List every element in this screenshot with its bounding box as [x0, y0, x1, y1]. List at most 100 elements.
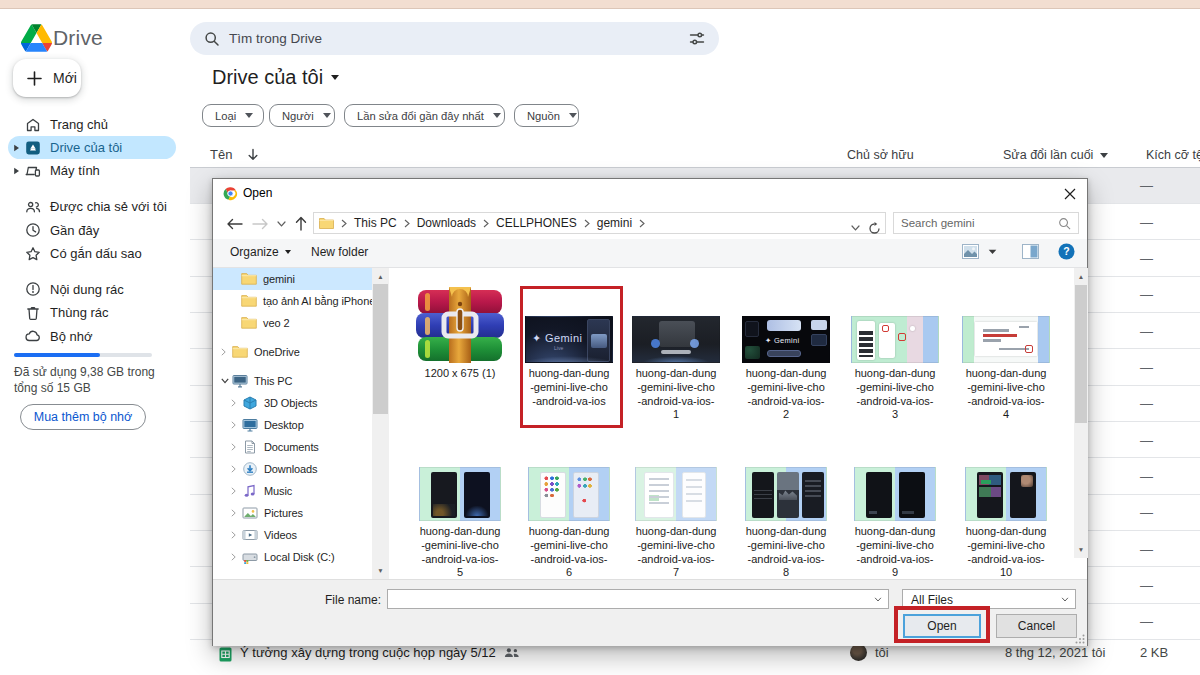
file-item[interactable]: huong-dan-dung-gemini-live-cho-android-v… [624, 287, 728, 422]
file-item[interactable]: huong-dan-dung-gemini-live-cho-android-v… [624, 465, 728, 579]
recent-locations-icon[interactable] [273, 208, 289, 239]
sort-descending-icon[interactable] [247, 148, 259, 161]
page-title[interactable]: Drive của tôi [212, 66, 339, 89]
file-item[interactable]: huong-dan-dung-gemini-live-cho-android-v… [734, 465, 838, 579]
tree-item-veo-2[interactable]: veo 2 [213, 312, 372, 334]
expand-arrow-icon[interactable] [8, 144, 25, 152]
tree-expander-icon[interactable] [231, 399, 242, 407]
breadcrumb-item[interactable]: CELLPHONES [496, 216, 577, 230]
view-options-caret-icon[interactable] [988, 249, 997, 255]
file-item[interactable]: huong-dan-dung-gemini-live-cho-android-v… [843, 287, 947, 422]
column-header-modified[interactable]: Sửa đổi lần cuối [1003, 148, 1108, 162]
dialog-search-icon[interactable] [1058, 217, 1071, 230]
new-folder-button[interactable]: New folder [311, 245, 368, 259]
file-size-empty: — [1140, 578, 1153, 593]
tree-expander-icon[interactable] [231, 421, 242, 429]
back-icon[interactable] [223, 208, 245, 239]
up-icon[interactable] [291, 208, 311, 239]
sidebar-item-clock[interactable]: Gần đây [8, 219, 176, 242]
tree-expander-icon[interactable] [231, 487, 242, 495]
tree-scrollbar-thumb[interactable] [373, 284, 388, 414]
tree-expander-icon[interactable] [231, 531, 242, 539]
file-name[interactable]: Ý tưởng xây dựng trong cuộc họp ngày 5/1… [240, 645, 520, 660]
sidebar-item-computer[interactable]: Máy tính [8, 159, 176, 182]
cancel-button[interactable]: Cancel [996, 614, 1077, 638]
filter-chip[interactable]: Lần sửa đổi gần đây nhất [344, 104, 505, 127]
tree-item-documents[interactable]: Documents [213, 436, 372, 458]
search-icon[interactable] [204, 31, 220, 47]
file-item[interactable]: huong-dan-dung-gemini-live-cho-android-v… [517, 465, 621, 579]
file-name-dropdown-icon[interactable] [871, 593, 885, 606]
file-thumbnail [419, 467, 501, 521]
tree-expander-icon[interactable] [231, 509, 242, 517]
tree-item-3d-objects[interactable]: 3D Objects [213, 392, 372, 414]
file-item[interactable]: ✦ Geminihuong-dan-dung-gemini-live-cho-a… [734, 287, 838, 422]
sidebar-item-shared[interactable]: Được chia sẻ với tôi [8, 195, 176, 218]
scroll-down-icon[interactable]: ▼ [1074, 543, 1088, 556]
tree-item-music[interactable]: Music [213, 480, 372, 502]
column-header-size[interactable]: Kích cỡ tệp [1146, 148, 1200, 162]
tree-item-pictures[interactable]: Pictures [213, 502, 372, 524]
dialog-search-box[interactable]: Search gemini [893, 212, 1079, 234]
breadcrumb-item[interactable]: Downloads [417, 216, 476, 230]
filter-chip[interactable]: Người [269, 104, 335, 127]
file-item[interactable]: huong-dan-dung-gemini-live-cho-android-v… [954, 465, 1058, 579]
scroll-down-icon[interactable]: ▼ [372, 564, 389, 577]
sidebar-item-star[interactable]: Có gắn dấu sao [8, 242, 176, 265]
refresh-icon[interactable] [868, 222, 881, 235]
forward-icon[interactable] [249, 208, 271, 239]
breadcrumb-item[interactable]: This PC [354, 216, 397, 230]
file-item[interactable]: huong-dan-dung-gemini-live-cho-android-v… [954, 287, 1058, 422]
file-item[interactable]: huong-dan-dung-gemini-live-cho-android-v… [843, 465, 947, 579]
resize-grip[interactable] [1075, 634, 1085, 644]
buy-storage-button[interactable]: Mua thêm bộ nhớ [20, 404, 146, 430]
sidebar-item-trash[interactable]: Thùng rác [8, 301, 176, 324]
drive-logo-icon[interactable] [21, 24, 52, 52]
tree-expander-icon[interactable] [231, 553, 242, 561]
sidebar-item-mydrive[interactable]: Drive của tôi [8, 136, 176, 159]
file-name-input[interactable] [387, 589, 889, 609]
filter-chip[interactable]: Nguồn [514, 104, 579, 127]
organize-button[interactable]: Organize [230, 245, 291, 259]
preview-pane-icon[interactable] [1022, 244, 1039, 259]
tree-item-local-disk-c-[interactable]: Local Disk (C:) [213, 546, 372, 568]
scroll-up-icon[interactable]: ▲ [372, 270, 389, 283]
tree-item-this-pc[interactable]: This PC [213, 370, 372, 392]
breadcrumb-item[interactable]: gemini [597, 216, 632, 230]
column-header-name[interactable]: Tên [210, 147, 259, 162]
decor-div: huong-dan-dung [954, 525, 1058, 539]
tree-item-gemini[interactable]: gemini [213, 268, 372, 290]
expand-arrow-icon[interactable] [8, 167, 25, 175]
tree-item-desktop[interactable]: Desktop [213, 414, 372, 436]
column-header-owner[interactable]: Chủ sở hữu [847, 148, 914, 162]
decor-div: huong-dan-dung [734, 367, 838, 381]
new-button[interactable]: Mới [13, 59, 81, 97]
file-item[interactable]: 1200 x 675 (1) [408, 287, 512, 381]
sidebar-item-spam[interactable]: Nội dung rác [8, 278, 176, 301]
tree-expander-icon[interactable] [221, 348, 232, 356]
sidebar-item-home[interactable]: Trang chủ [8, 113, 176, 136]
tree-item-videos[interactable]: Videos [213, 524, 372, 546]
tree-expander-icon[interactable] [231, 443, 242, 451]
filter-chip[interactable]: Loại [202, 104, 264, 127]
decor-div: 2 [734, 408, 838, 422]
address-bar[interactable]: This PC Downloads CELLPHONES gemini [313, 212, 886, 234]
tree-item-downloads[interactable]: Downloads [213, 458, 372, 480]
drive-search-bar[interactable]: Tìm trong Drive [190, 22, 719, 55]
tree-expander-icon[interactable] [221, 378, 232, 384]
file-list-scrollbar-thumb[interactable] [1075, 285, 1087, 423]
tree-scrollbar[interactable]: ▲ ▼ [372, 268, 389, 579]
sidebar-item-cloud[interactable]: Bộ nhớ [8, 325, 176, 348]
file-list-scrollbar[interactable]: ▲ ▼ [1074, 268, 1088, 558]
tree-item-onedrive[interactable]: OneDrive [213, 341, 372, 363]
tree-expander-icon[interactable] [231, 465, 242, 473]
tune-icon[interactable] [689, 31, 705, 47]
close-icon[interactable] [1061, 185, 1079, 203]
scroll-up-icon[interactable]: ▲ [1074, 270, 1088, 283]
help-icon[interactable]: ? [1058, 243, 1075, 260]
file-item[interactable]: huong-dan-dung-gemini-live-cho-android-v… [408, 465, 512, 579]
tree-item-t-o-nh-ai-b-ng-iphone[interactable]: tạo ảnh AI bằng iPhone [213, 290, 372, 312]
dialog-titlebar[interactable]: Open [213, 179, 1087, 208]
view-thumbnails-icon[interactable] [962, 244, 979, 259]
address-dropdown-icon[interactable] [851, 225, 860, 231]
